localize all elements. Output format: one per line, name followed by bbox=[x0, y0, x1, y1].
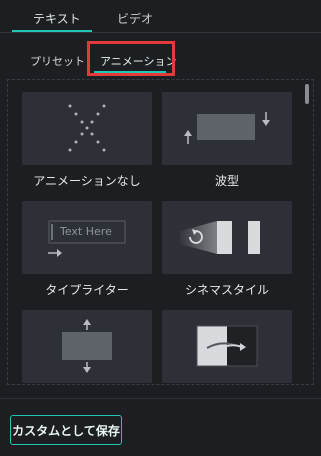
animation-card-expand[interactable] bbox=[22, 310, 152, 383]
card-label-none: アニメーションなし bbox=[33, 174, 141, 188]
tabs-divider bbox=[0, 32, 321, 33]
swipe-arrow-icon bbox=[196, 325, 258, 367]
card-label-typewriter: タイプライター bbox=[45, 283, 129, 297]
footer-divider bbox=[0, 398, 321, 399]
save-as-custom-button[interactable]: カスタムとして保存 bbox=[10, 415, 122, 445]
x-dots-icon bbox=[68, 104, 106, 152]
animation-card-typewriter[interactable]: Text Here bbox=[22, 201, 152, 274]
card-label-wave: 波型 bbox=[214, 174, 239, 188]
subtab-preset[interactable]: プリセット bbox=[30, 53, 85, 69]
animation-card-wave[interactable] bbox=[162, 92, 292, 165]
card-label-cinema: シネマスタイル bbox=[184, 283, 269, 297]
panel-scrollbar[interactable] bbox=[305, 84, 309, 104]
wave-arrows-icon bbox=[184, 112, 270, 144]
animation-card-cinema[interactable] bbox=[162, 201, 292, 274]
vertical-expand-icon bbox=[62, 319, 112, 373]
tab-text[interactable]: テキスト bbox=[33, 10, 81, 27]
animation-card-swipe[interactable] bbox=[162, 310, 292, 383]
highlight-annotation-box bbox=[87, 41, 175, 76]
tab-video[interactable]: ビデオ bbox=[117, 10, 153, 27]
typewriter-sample-text: Text Here bbox=[60, 225, 112, 238]
animation-card-none[interactable] bbox=[22, 92, 152, 165]
main-tabs: テキスト ビデオ bbox=[0, 0, 321, 36]
cinema-icon bbox=[180, 221, 260, 254]
